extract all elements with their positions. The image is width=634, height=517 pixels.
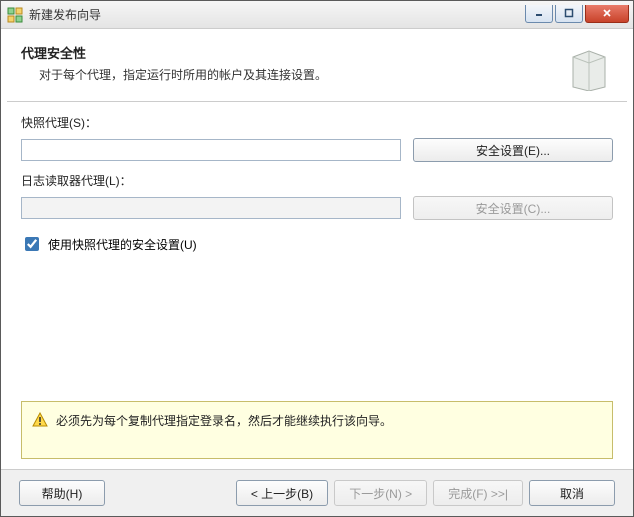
use-snapshot-security-row: 使用快照代理的安全设置(U) [21, 234, 613, 254]
logreader-agent-row: 日志读取器代理(L)： [21, 172, 613, 192]
logreader-agent-input [21, 197, 401, 219]
maximize-button[interactable] [555, 5, 583, 23]
header-graphic-icon [565, 43, 613, 91]
wizard-footer: 帮助(H) < 上一步(B) 下一步(N) > 完成(F) >>| 取消 [1, 469, 633, 516]
logreader-agent-line: 安全设置(C)... [21, 196, 613, 220]
minimize-button[interactable] [525, 5, 553, 23]
window-title: 新建发布向导 [29, 6, 101, 23]
snapshot-agent-row: 快照代理(S)： [21, 114, 613, 134]
snapshot-agent-input[interactable] [21, 139, 401, 161]
snapshot-agent-line: 安全设置(E)... [21, 138, 613, 162]
snapshot-agent-label: 快照代理(S)： [21, 114, 613, 131]
wizard-window: 新建发布向导 代理安全性 对于每个代理，指定运行时所用的帐户及其连接设置。 [0, 0, 634, 517]
header-text-block: 代理安全性 对于每个代理，指定运行时所用的帐户及其连接设置。 [21, 43, 555, 91]
warning-panel: 必须先为每个复制代理指定登录名，然后才能继续执行该向导。 [21, 401, 613, 459]
finish-button: 完成(F) >>| [433, 480, 523, 506]
use-snapshot-security-checkbox[interactable] [25, 237, 39, 251]
warning-icon [32, 412, 48, 431]
logreader-security-button: 安全设置(C)... [413, 196, 613, 220]
help-button[interactable]: 帮助(H) [19, 480, 105, 506]
snapshot-security-button[interactable]: 安全设置(E)... [413, 138, 613, 162]
close-button[interactable] [585, 5, 629, 23]
back-button[interactable]: < 上一步(B) [236, 480, 328, 506]
page-subtitle: 对于每个代理，指定运行时所用的帐户及其连接设置。 [39, 66, 555, 83]
page-title: 代理安全性 [21, 43, 555, 62]
logreader-agent-label: 日志读取器代理(L)： [21, 172, 613, 189]
next-button: 下一步(N) > [334, 480, 427, 506]
wizard-body: 快照代理(S)： 安全设置(E)... 日志读取器代理(L)： 安全设置(C).… [1, 102, 633, 469]
app-icon [7, 7, 23, 23]
warning-text: 必须先为每个复制代理指定登录名，然后才能继续执行该向导。 [56, 412, 392, 429]
cancel-button[interactable]: 取消 [529, 480, 615, 506]
titlebar: 新建发布向导 [1, 1, 633, 29]
wizard-header: 代理安全性 对于每个代理，指定运行时所用的帐户及其连接设置。 [1, 29, 633, 101]
use-snapshot-security-label: 使用快照代理的安全设置(U) [48, 236, 197, 253]
window-controls [523, 5, 629, 25]
